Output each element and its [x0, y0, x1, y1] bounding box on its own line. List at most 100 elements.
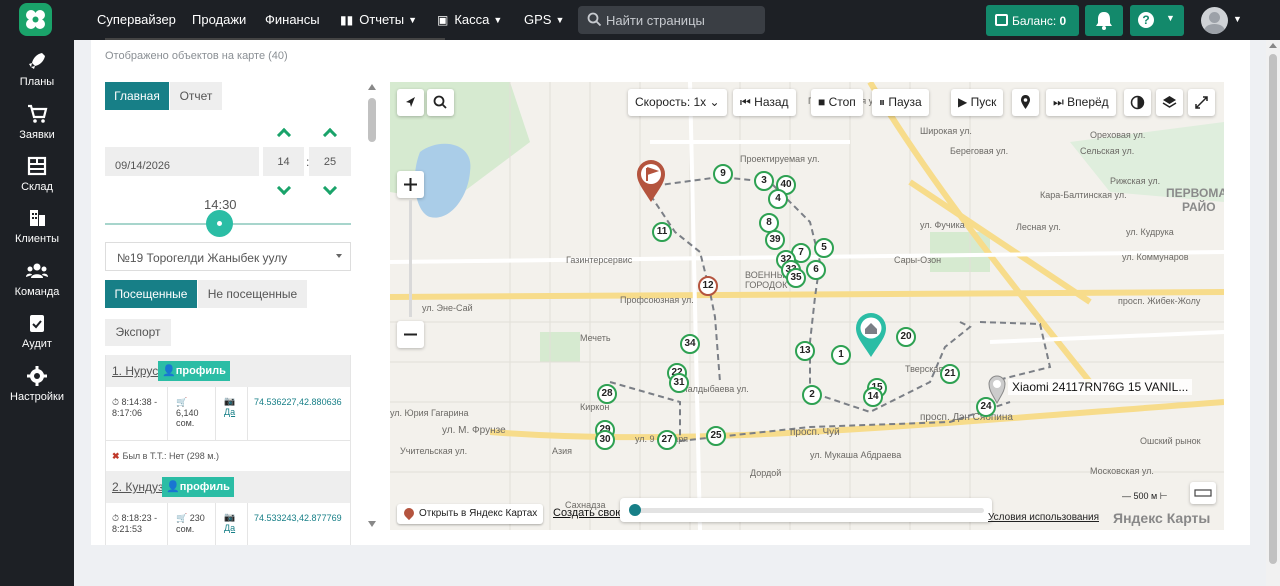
- visit-marker[interactable]: 3: [754, 171, 774, 191]
- visit-marker[interactable]: 24: [976, 397, 996, 417]
- visit-marker[interactable]: 39: [765, 230, 785, 250]
- route-select[interactable]: №19 Торогелди Жаныбек уулу: [105, 242, 351, 271]
- tab-not-visited[interactable]: Не посещенные: [198, 280, 307, 308]
- visit-marker[interactable]: 5: [814, 238, 834, 258]
- scroll-down-arrow-icon[interactable]: [368, 521, 376, 527]
- coordinates-link[interactable]: 74.536227,42.880636: [254, 397, 342, 407]
- scroll-up-arrow-icon[interactable]: [1269, 43, 1277, 48]
- zoom-in-button[interactable]: [397, 171, 424, 198]
- speed-select[interactable]: Скорость: 1x ⌄: [628, 89, 727, 116]
- home-marker-icon[interactable]: [855, 313, 887, 359]
- nav-reports[interactable]: ▮▮ Отчеты ▼: [340, 12, 417, 27]
- sidebar-item-audit[interactable]: Аудит: [0, 312, 74, 362]
- minute-decrement-icon[interactable]: [322, 180, 338, 196]
- app-logo[interactable]: [19, 3, 52, 36]
- visit-marker[interactable]: 34: [680, 334, 700, 354]
- search-input[interactable]: [606, 10, 756, 30]
- nav-cash[interactable]: ▣ Касса ▼: [437, 12, 502, 27]
- visit-marker[interactable]: 30: [595, 430, 615, 450]
- zoom-out-button[interactable]: [397, 321, 424, 348]
- hour-decrement-icon[interactable]: [276, 180, 292, 196]
- tab-report[interactable]: Отчет: [170, 82, 222, 110]
- notifications-button[interactable]: [1085, 5, 1123, 36]
- caret-down-icon[interactable]: ▼: [1233, 14, 1242, 24]
- map-pin-button[interactable]: [1012, 89, 1039, 116]
- visit-marker[interactable]: 11: [652, 222, 672, 242]
- geolocate-button[interactable]: [397, 89, 424, 116]
- client-name-link[interactable]: 2. Кундуз: [112, 480, 163, 494]
- sidebar-item-orders[interactable]: Заявки: [0, 103, 74, 153]
- open-in-yandex-button[interactable]: Открыть в Яндекс Картах: [397, 504, 544, 524]
- panel-scrollbar[interactable]: [367, 84, 377, 529]
- zoom-slider-track[interactable]: [409, 200, 412, 317]
- export-button[interactable]: Экспорт: [105, 319, 171, 346]
- visit-marker[interactable]: 13: [795, 341, 815, 361]
- visit-marker[interactable]: 31: [669, 373, 689, 393]
- visit-marker[interactable]: 2: [802, 385, 822, 405]
- visit-marker[interactable]: 25: [706, 426, 726, 446]
- sidebar-item-team[interactable]: Команда: [0, 260, 74, 310]
- layers-button[interactable]: [1156, 89, 1183, 116]
- nav-supervisor[interactable]: Супервайзер: [97, 12, 176, 27]
- visit-marker[interactable]: 14: [863, 387, 883, 407]
- profile-button[interactable]: 👤профиль: [162, 477, 234, 497]
- help-menu-button[interactable]: ? ▼: [1130, 5, 1184, 36]
- visit-marker[interactable]: 20: [896, 327, 916, 347]
- scroll-up-arrow-icon[interactable]: [368, 84, 376, 90]
- terms-link[interactable]: Условия использования: [988, 512, 1099, 523]
- visit-marker[interactable]: 4: [768, 189, 788, 209]
- hour-input[interactable]: [263, 147, 304, 176]
- gps-map[interactable]: Пригородская ул. Широкая ул. Береговая у…: [390, 82, 1224, 530]
- stop-button[interactable]: ■ Стоп: [811, 89, 863, 116]
- map-theme-button[interactable]: [1124, 89, 1151, 116]
- client-name-link[interactable]: 1. Нурус: [112, 364, 158, 378]
- hour-increment-icon[interactable]: [276, 127, 292, 143]
- playback-progress-track[interactable]: [632, 508, 984, 513]
- visit-marker[interactable]: 12: [698, 276, 718, 296]
- photo-link[interactable]: Да: [224, 407, 247, 417]
- minute-input[interactable]: [309, 147, 351, 176]
- fullscreen-button[interactable]: [1188, 89, 1215, 116]
- play-icon: ▶: [958, 95, 968, 109]
- tab-main[interactable]: Главная: [105, 82, 169, 110]
- nav-gps[interactable]: GPS ▼: [524, 12, 564, 27]
- pause-button[interactable]: ⏸ Пауза: [872, 89, 929, 116]
- nav-finance[interactable]: Финансы: [265, 12, 320, 27]
- sidebar-item-warehouse[interactable]: Склад: [0, 155, 74, 205]
- map-search-button[interactable]: [427, 89, 454, 116]
- playback-progress[interactable]: [620, 498, 992, 522]
- scrollbar-thumb[interactable]: [1269, 54, 1277, 564]
- coordinates-link[interactable]: 74.533243,42.877769: [254, 513, 342, 523]
- visit-marker[interactable]: 9: [713, 164, 733, 184]
- caret-down-icon: ▼: [1166, 13, 1175, 23]
- nav-sales[interactable]: Продажи: [192, 12, 246, 27]
- visit-marker[interactable]: 28: [597, 384, 617, 404]
- back-button[interactable]: ⏮ Назад: [733, 89, 796, 116]
- sidebar-item-settings[interactable]: Настройки: [0, 365, 74, 415]
- visit-marker[interactable]: 6: [806, 260, 826, 280]
- visit-marker[interactable]: 1: [831, 345, 851, 365]
- time-slider-handle[interactable]: [206, 210, 233, 237]
- profile-button[interactable]: 👤профиль: [158, 361, 230, 381]
- street-label: ул. Кудрука: [1126, 227, 1174, 237]
- photo-link[interactable]: Да: [224, 523, 247, 533]
- sidebar-item-clients[interactable]: Клиенты: [0, 207, 74, 257]
- user-avatar[interactable]: [1201, 7, 1228, 34]
- play-button[interactable]: ▶ Пуск: [951, 89, 1004, 116]
- page-scrollbar[interactable]: [1266, 40, 1280, 586]
- visit-marker[interactable]: 35: [786, 268, 806, 288]
- ruler-button[interactable]: [1190, 482, 1216, 504]
- forward-button[interactable]: ⏭ Вперёд: [1046, 89, 1116, 116]
- scrollbar-thumb[interactable]: [368, 98, 376, 142]
- balance-button[interactable]: Баланс: 0: [986, 5, 1079, 36]
- tab-visited[interactable]: Посещенные: [105, 280, 197, 308]
- visit-marker[interactable]: 21: [940, 364, 960, 384]
- playback-progress-handle[interactable]: [629, 504, 641, 516]
- map-scale-value: 500 м: [1133, 491, 1158, 501]
- visit-marker[interactable]: 27: [657, 430, 677, 450]
- sidebar-item-plans[interactable]: Планы: [0, 50, 74, 100]
- date-input[interactable]: [105, 147, 259, 176]
- create-map-link[interactable]: Создать свою: [553, 507, 623, 519]
- minute-increment-icon[interactable]: [322, 127, 338, 143]
- start-flag-marker-icon[interactable]: [636, 160, 666, 204]
